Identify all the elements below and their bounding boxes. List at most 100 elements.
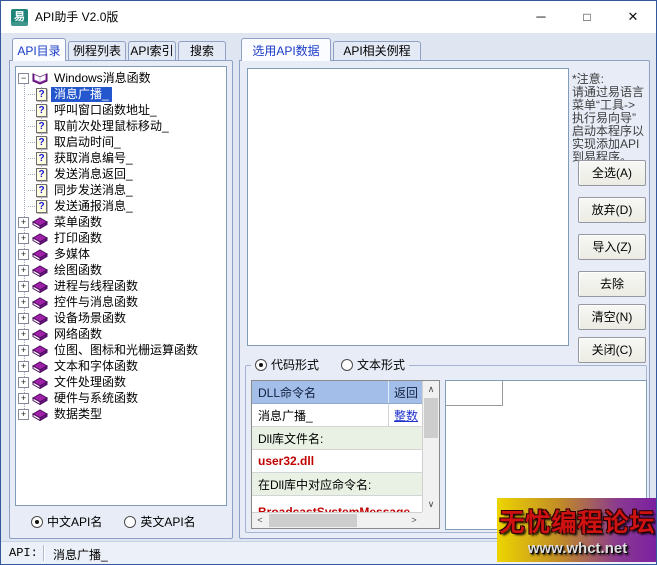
- radio-chinese-api-name[interactable]: 中文API名: [31, 513, 102, 530]
- closed-book-icon: [32, 343, 48, 357]
- tree-item-windows-message[interactable]: − Windows消息函数: [16, 70, 226, 86]
- table-row-apiname-value[interactable]: BroadcastSystemMessage: [252, 496, 422, 512]
- scroll-left-icon[interactable]: <: [252, 513, 268, 528]
- window-title: API助手 V2.0版: [35, 1, 118, 33]
- expand-icon[interactable]: +: [18, 361, 29, 372]
- tree-item-label: 取启动时间_: [51, 135, 124, 150]
- tree-item[interactable]: + 菜单函数: [16, 214, 226, 230]
- expand-icon[interactable]: +: [18, 217, 29, 228]
- tree-item[interactable]: ? 发送通报消息_: [16, 198, 226, 214]
- horizontal-scrollbar[interactable]: < >: [252, 512, 422, 528]
- expand-icon[interactable]: +: [18, 329, 29, 340]
- expand-icon[interactable]: +: [18, 233, 29, 244]
- tree-item-label: 打印函数: [51, 231, 105, 246]
- expand-icon[interactable]: +: [18, 313, 29, 324]
- radio-dot-icon: [31, 516, 43, 528]
- watermark: 无忧编程论坛 www.whct.net: [497, 498, 657, 562]
- tab-api-related-examples[interactable]: API相关例程: [333, 41, 421, 60]
- expand-icon[interactable]: +: [18, 265, 29, 276]
- tree-item-label: 取前次处理鼠标移动_: [51, 119, 172, 134]
- api-name-value: BroadcastSystemMessage: [252, 496, 410, 512]
- tree-item[interactable]: ? 获取消息编号_: [16, 150, 226, 166]
- closed-book-icon: [32, 295, 48, 309]
- tree-item[interactable]: ? 消息广播_: [16, 86, 226, 102]
- tree-item[interactable]: + 绘图函数: [16, 262, 226, 278]
- notice-text: *注意: 请通过易语言 菜单“工具-> 执行易向导” 启动本程序以 实现添加AP…: [572, 73, 650, 164]
- vertical-scrollbar[interactable]: ∧ ∨: [422, 381, 439, 512]
- tree-item[interactable]: ? 同步发送消息_: [16, 182, 226, 198]
- tree-item[interactable]: + 多媒体: [16, 246, 226, 262]
- app-logo-icon: 易: [11, 9, 28, 26]
- tree-item[interactable]: ? 取启动时间_: [16, 134, 226, 150]
- tree-item[interactable]: ? 发送消息返回_: [16, 166, 226, 182]
- tree-item[interactable]: + 数据类型: [16, 406, 226, 422]
- tree-item[interactable]: + 设备场景函数: [16, 310, 226, 326]
- tree-item[interactable]: ? 取前次处理鼠标移动_: [16, 118, 226, 134]
- scroll-up-icon[interactable]: ∧: [423, 381, 439, 397]
- tree-item-label: 发送消息返回_: [51, 167, 136, 182]
- tree-item-label: 获取消息编号_: [51, 151, 136, 166]
- return-type-cell[interactable]: 整数: [389, 404, 422, 426]
- tree-item[interactable]: + 文件处理函数: [16, 374, 226, 390]
- expand-icon[interactable]: +: [18, 377, 29, 388]
- close-dialog-button[interactable]: 关闭(C): [578, 337, 646, 363]
- tree-item[interactable]: + 打印函数: [16, 230, 226, 246]
- tree-item-label: 文本和字体函数: [51, 359, 141, 374]
- expand-icon[interactable]: +: [18, 345, 29, 356]
- tree-item-label: 位图、图标和光栅运算函数: [51, 343, 201, 358]
- close-button[interactable]: ✕: [610, 1, 656, 33]
- tree-item[interactable]: + 位图、图标和光栅运算函数: [16, 342, 226, 358]
- tree-item[interactable]: + 进程与线程函数: [16, 278, 226, 294]
- question-icon: ?: [36, 136, 47, 149]
- horizontal-scroll-thumb[interactable]: [269, 514, 357, 527]
- closed-book-icon: [32, 311, 48, 325]
- api-tree[interactable]: − Windows消息函数 ? 消息广播_ ? 呼叫窗口函数地址_ ? 取前次处…: [15, 66, 227, 506]
- tree-item[interactable]: + 控件与消息函数: [16, 294, 226, 310]
- question-icon: ?: [36, 120, 47, 133]
- expand-icon[interactable]: +: [18, 297, 29, 308]
- watermark-title: 无忧编程论坛: [499, 503, 655, 539]
- tree-item[interactable]: + 硬件与系统函数: [16, 390, 226, 406]
- collapse-icon[interactable]: −: [18, 73, 29, 84]
- radio-code-format[interactable]: 代码形式: [255, 356, 319, 373]
- scroll-down-icon[interactable]: ∨: [423, 496, 439, 512]
- table-row-dll-value[interactable]: user32.dll: [252, 450, 422, 473]
- tree-item-label: 多媒体: [51, 247, 93, 262]
- selected-api-listbox[interactable]: [247, 68, 569, 346]
- discard-button[interactable]: 放弃(D): [578, 197, 646, 223]
- closed-book-icon: [32, 359, 48, 373]
- minimize-button[interactable]: ─: [518, 1, 564, 33]
- tab-search[interactable]: 搜索: [178, 41, 226, 60]
- radio-text-format[interactable]: 文本形式: [341, 356, 405, 373]
- scroll-right-icon[interactable]: >: [406, 513, 422, 528]
- maximize-button[interactable]: □: [564, 1, 610, 33]
- tree-item-label: 绘图函数: [51, 263, 105, 278]
- import-button[interactable]: 导入(Z): [578, 234, 646, 260]
- vertical-scroll-thumb[interactable]: [424, 398, 438, 438]
- expand-icon[interactable]: +: [18, 393, 29, 404]
- tab-selected-api-data[interactable]: 选用API数据: [241, 38, 331, 61]
- api-name-language-radios: 中文API名 英文API名: [31, 513, 218, 530]
- titlebar: 易 API助手 V2.0版 ─ □ ✕: [1, 1, 656, 33]
- closed-book-icon: [32, 279, 48, 293]
- expand-icon[interactable]: +: [18, 409, 29, 420]
- radio-english-api-name[interactable]: 英文API名: [124, 513, 195, 530]
- tab-api-index[interactable]: API索引: [128, 41, 176, 60]
- tree-item[interactable]: + 网络函数: [16, 326, 226, 342]
- select-all-button[interactable]: 全选(A): [578, 160, 646, 186]
- tree-item[interactable]: + 文本和字体函数: [16, 358, 226, 374]
- remove-button[interactable]: 去除: [578, 271, 646, 297]
- tab-example-list[interactable]: 例程列表: [68, 41, 126, 60]
- tree-item-label: 硬件与系统函数: [51, 391, 141, 406]
- closed-book-icon: [32, 263, 48, 277]
- clear-button[interactable]: 清空(N): [578, 304, 646, 330]
- tab-api-catalog[interactable]: API目录: [12, 38, 66, 61]
- command-name-cell: 消息广播_: [252, 404, 389, 426]
- status-label: API:: [9, 546, 38, 560]
- expand-icon[interactable]: +: [18, 249, 29, 260]
- tree-item-label-selected: 消息广播_: [51, 87, 112, 102]
- table-row-command[interactable]: 消息广播_ 整数: [252, 404, 422, 427]
- expand-icon[interactable]: +: [18, 281, 29, 292]
- tree-item-label: Windows消息函数: [51, 71, 154, 86]
- tree-item[interactable]: ? 呼叫窗口函数地址_: [16, 102, 226, 118]
